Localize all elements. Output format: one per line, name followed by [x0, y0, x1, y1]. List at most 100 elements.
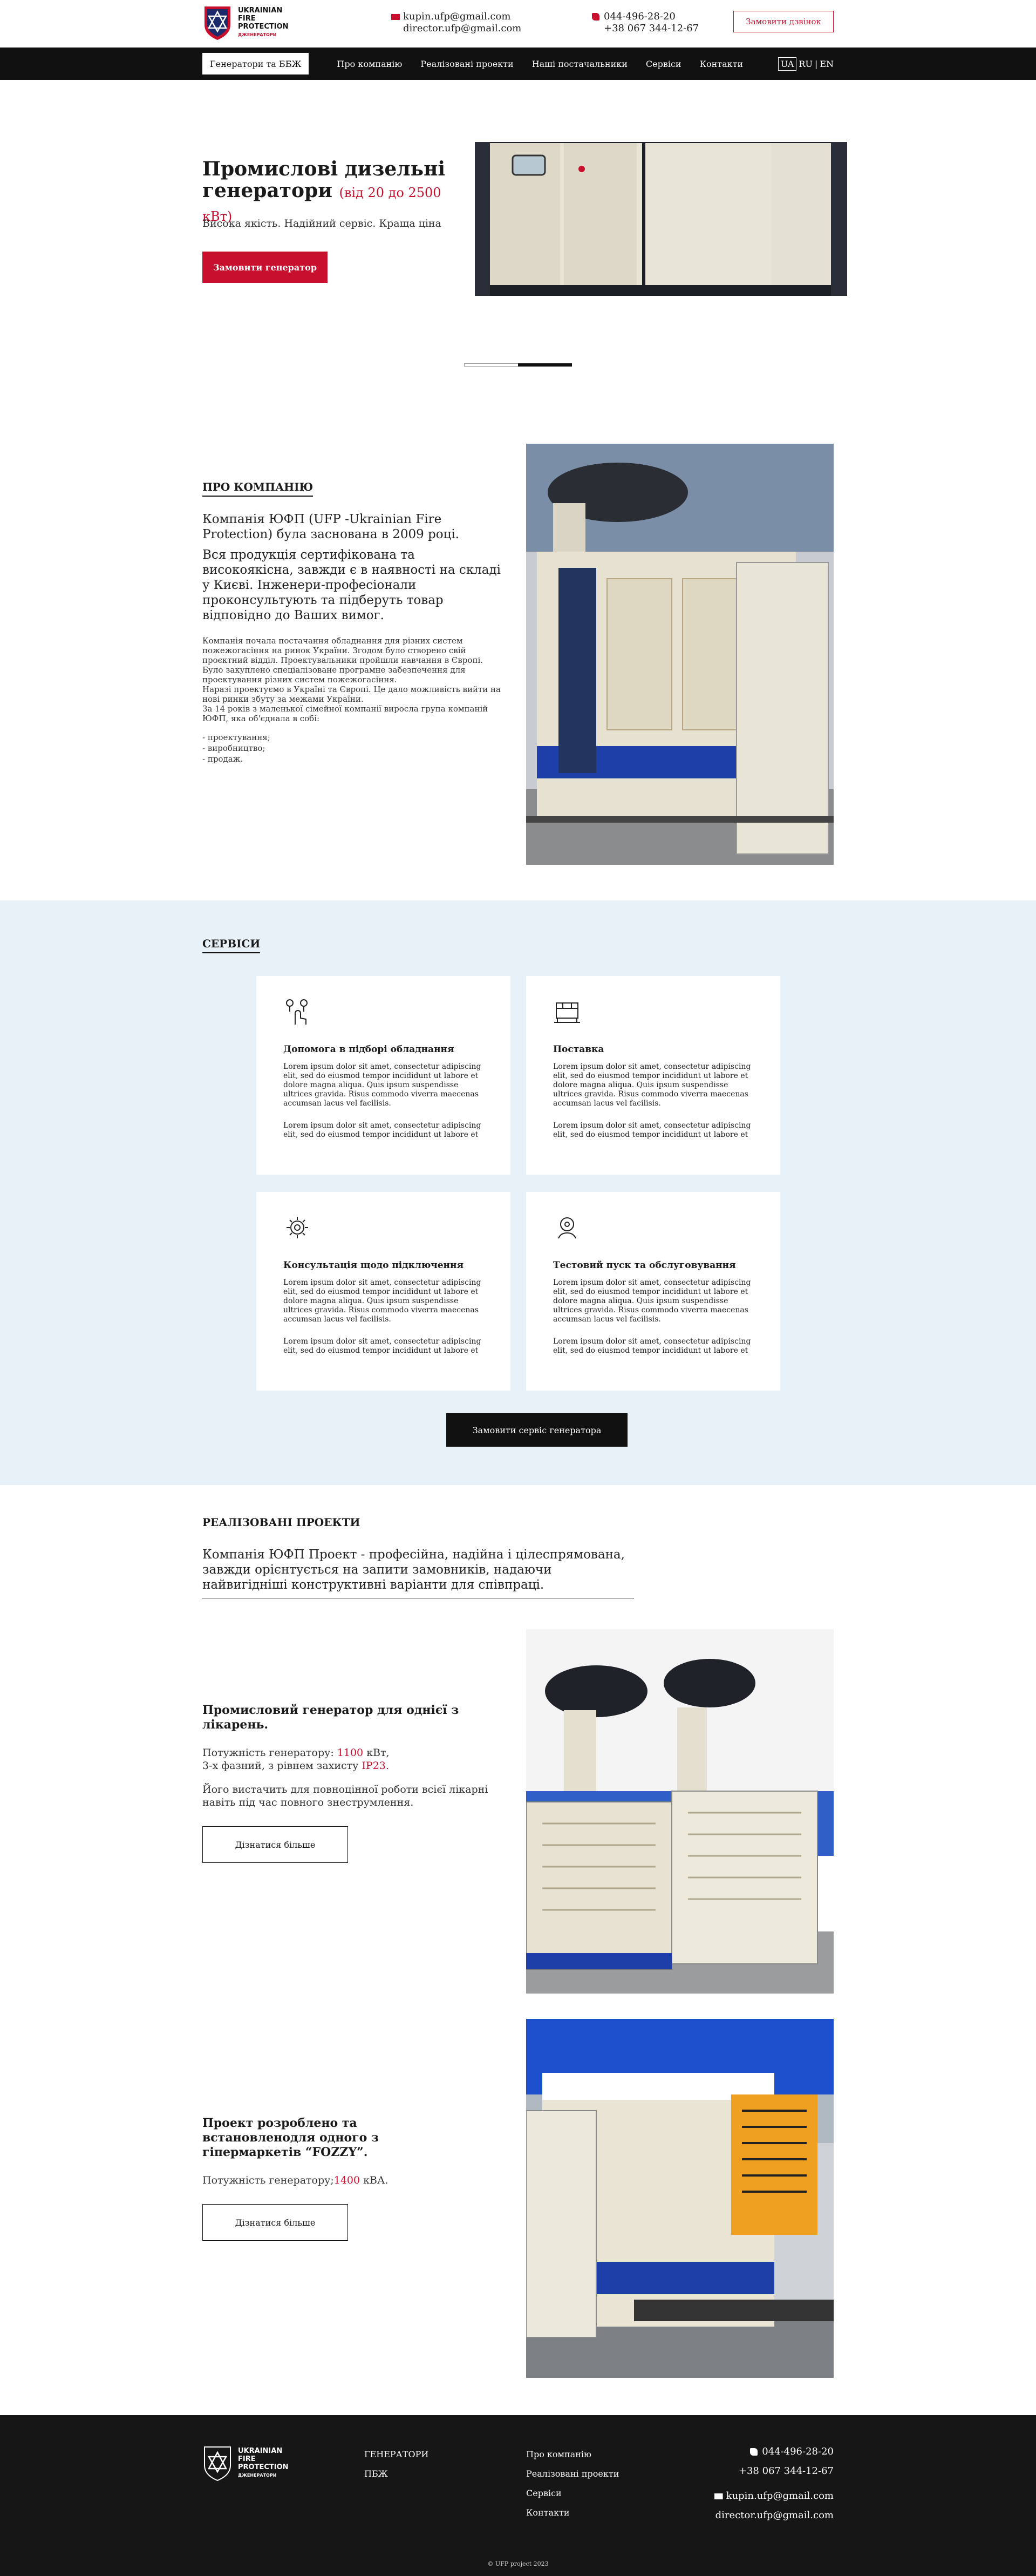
service-card-title: Поставка: [553, 1044, 604, 1055]
about-list-item: - проектування;: [202, 733, 270, 742]
nav-item-about[interactable]: Про компанію: [337, 59, 402, 69]
service-card-text: Lorem ipsum dolor sit amet, consectetur …: [553, 1062, 751, 1108]
mail-icon: [714, 2493, 723, 2499]
service-card-title: Тестовий пуск та обслуговування: [553, 1260, 736, 1271]
header-phone-1[interactable]: 044-496-28-20: [604, 11, 676, 22]
shield-logo-icon: [205, 6, 230, 40]
spec-label: Потужність генератору:: [202, 1747, 334, 1759]
order-generator-button[interactable]: Замовити генератор: [202, 252, 328, 283]
nav-item-contacts[interactable]: Контакти: [700, 59, 744, 69]
service-card-text: Lorem ipsum dolor sit amet, consectetur …: [283, 1062, 481, 1108]
service-card-testing[interactable]: Тестовий пуск та обслуговування Lorem ip…: [526, 1192, 780, 1391]
services-heading: Сервіси: [202, 937, 261, 953]
footer-link-generators[interactable]: ГЕНЕРАТОРИ: [364, 2449, 428, 2459]
service-card-text: Lorem ipsum dolor sit amet, consectetur …: [283, 1337, 481, 1355]
spec-power: 1400: [333, 2174, 360, 2186]
footer-link-services[interactable]: Сервіси: [526, 2488, 562, 2498]
teksan-generator-image: [526, 444, 834, 865]
spec-unit: кВт,: [366, 1747, 390, 1759]
mail-icon: [391, 14, 400, 20]
footer: UKRAINIAN FIRE PROTECTION ДЖЕНЕРАТОРИ ГЕ…: [0, 2415, 1036, 2576]
about-heading: Про компанію: [202, 480, 313, 497]
learn-more-button[interactable]: Дізнатися більше: [202, 1826, 348, 1863]
service-gear-icon: [558, 1217, 576, 1239]
service-card-selection[interactable]: Допомога в підборі обладнання Lorem ipsu…: [256, 976, 510, 1175]
service-card-consulting[interactable]: Консультація щодо підключення Lorem ipsu…: [256, 1192, 510, 1391]
about-body-p2: Наразі проектуємо в Україні та Європі. Ц…: [202, 684, 501, 704]
about-list-item: - виробництво;: [202, 743, 265, 753]
header-email-1[interactable]: kupin.ufp@gmail.com: [403, 11, 510, 22]
brand-line-3: PROTECTION: [238, 23, 289, 31]
header-email-2[interactable]: director.ufp@gmail.com: [403, 23, 521, 34]
learn-more-button[interactable]: Дізнатися більше: [202, 2204, 348, 2241]
top-bar: UKRAINIAN FIRE PROTECTION ДЖЕНЕРАТОРИ ku…: [0, 0, 1036, 48]
logo-text: UKRAINIAN FIRE PROTECTION ДЖЕНЕРАТОРИ: [238, 6, 289, 39]
project-description: Його вистачить для повноцінної роботи вс…: [202, 1784, 488, 1808]
brand-sub: ДЖЕНЕРАТОРИ: [238, 2473, 277, 2478]
footer-nav: Про компанію Реалізовані проекти Сервіси…: [526, 2445, 619, 2523]
lang-ru[interactable]: RU: [799, 59, 813, 69]
header-emails: kupin.ufp@gmail.com director.ufp@gmail.c…: [391, 11, 521, 35]
service-card-delivery[interactable]: Поставка Lorem ipsum dolor sit amet, con…: [526, 976, 780, 1175]
hospital-generator-image: [526, 1629, 834, 1994]
project-title: Проект розроблено та встановленодля одно…: [202, 2116, 379, 2159]
projects-intro: Компанія ЮФП Проект - професійна, надійн…: [202, 1547, 634, 1598]
order-service-button[interactable]: Замовити сервіс генератора: [446, 1413, 628, 1447]
about-text: Про компанію Компанія ЮФП (UFP -Ukrainia…: [202, 480, 505, 764]
lang-en[interactable]: EN: [820, 59, 834, 69]
footer-logo-text: UKRAINIAN FIRE PROTECTION ДЖЕНЕРАТОРИ: [238, 2447, 289, 2479]
main-nav: Генератори та ББЖ Про компанію Реалізова…: [0, 48, 1036, 80]
slider-active-segment: [518, 363, 572, 367]
about-body-p1: Компанія почала постачання обладнання дл…: [202, 636, 483, 684]
footer-link-ups[interactable]: ПБЖ: [364, 2469, 388, 2479]
call-request-button[interactable]: Замовити дзвінок: [733, 11, 834, 32]
hero-slider-indicator[interactable]: [464, 363, 572, 367]
footer-products: ГЕНЕРАТОРИ ПБЖ: [364, 2445, 428, 2484]
footer-phone-1[interactable]: 044-496-28-20: [762, 2446, 834, 2457]
header-phones: 044-496-28-20 +38 067 344-12-67: [592, 11, 699, 35]
nav-item-suppliers[interactable]: Наші постачальники: [532, 59, 628, 69]
nav-item-services[interactable]: Сервіси: [646, 59, 681, 69]
footer-logo[interactable]: UKRAINIAN FIRE PROTECTION ДЖЕНЕРАТОРИ: [202, 2445, 289, 2482]
lang-ua[interactable]: UA: [778, 57, 797, 71]
nav-item-generators[interactable]: Генератори та ББЖ: [202, 53, 309, 74]
footer-link-contacts[interactable]: Контакти: [526, 2507, 570, 2518]
footer-email-1[interactable]: kupin.ufp@gmail.com: [726, 2490, 834, 2502]
footer-link-projects[interactable]: Реалізовані проекти: [526, 2469, 619, 2479]
footer-email-2[interactable]: director.ufp@gmail.com: [715, 2510, 834, 2521]
about-list-item: - продаж.: [202, 754, 243, 764]
spec-unit: кВА.: [363, 2174, 388, 2186]
projects-header: Реалізовані проекти Компанія ЮФП Проект …: [202, 1516, 834, 1598]
hand-selection-icon: [286, 999, 308, 1025]
projects-heading: Реалізовані проекти: [202, 1516, 360, 1529]
fozzy-generator-image: [526, 2019, 834, 2378]
lang-separator: |: [814, 58, 818, 69]
brand-line-2: FIRE: [238, 15, 256, 23]
service-card-text: Lorem ipsum dolor sit amet, consectetur …: [553, 1121, 751, 1139]
logo[interactable]: UKRAINIAN FIRE PROTECTION ДЖЕНЕРАТОРИ: [202, 4, 289, 41]
phone-icon: [750, 2448, 758, 2456]
brand-line-2: FIRE: [238, 2455, 256, 2463]
service-card-text: Lorem ipsum dolor sit amet, consectetur …: [283, 1278, 481, 1324]
header-phone-2[interactable]: +38 067 344-12-67: [604, 23, 699, 34]
about-lead: Компанія ЮФП (UFP -Ukrainian Fire Protec…: [202, 512, 460, 541]
brand-line-3: PROTECTION: [238, 2463, 289, 2471]
phone-icon: [592, 13, 599, 21]
footer-phone-2[interactable]: +38 067 344-12-67: [739, 2465, 834, 2477]
project-title: Промисловий генератор для однієї з лікар…: [202, 1703, 459, 1732]
brand-line-1: UKRAINIAN: [238, 6, 283, 15]
hero: Промислові дизельні генератори (від 20 д…: [202, 80, 847, 367]
delivery-box-icon: [554, 1002, 580, 1023]
brand-line-1: UKRAINIAN: [238, 2447, 283, 2455]
footer-link-about[interactable]: Про компанію: [526, 2449, 591, 2459]
about-lead-2: Вся продукція сертифікована та високоякі…: [202, 548, 501, 622]
nav-item-projects[interactable]: Реалізовані проекти: [420, 59, 513, 69]
spec-power: 1100: [337, 1747, 364, 1759]
about-body: Компанія почала постачання обладнання дл…: [202, 636, 505, 723]
service-card-text: Lorem ipsum dolor sit amet, consectetur …: [553, 1337, 751, 1355]
service-card-text: Lorem ipsum dolor sit amet, consectetur …: [553, 1278, 751, 1324]
generator-image: [475, 131, 847, 299]
service-card-text: Lorem ipsum dolor sit amet, consectetur …: [283, 1121, 481, 1139]
hero-subtitle: Висока якість. Надійний сервіс. Краща ці…: [202, 218, 441, 229]
services-section: Сервіси Допомога в підборі обладнання Lo…: [0, 900, 1036, 1485]
